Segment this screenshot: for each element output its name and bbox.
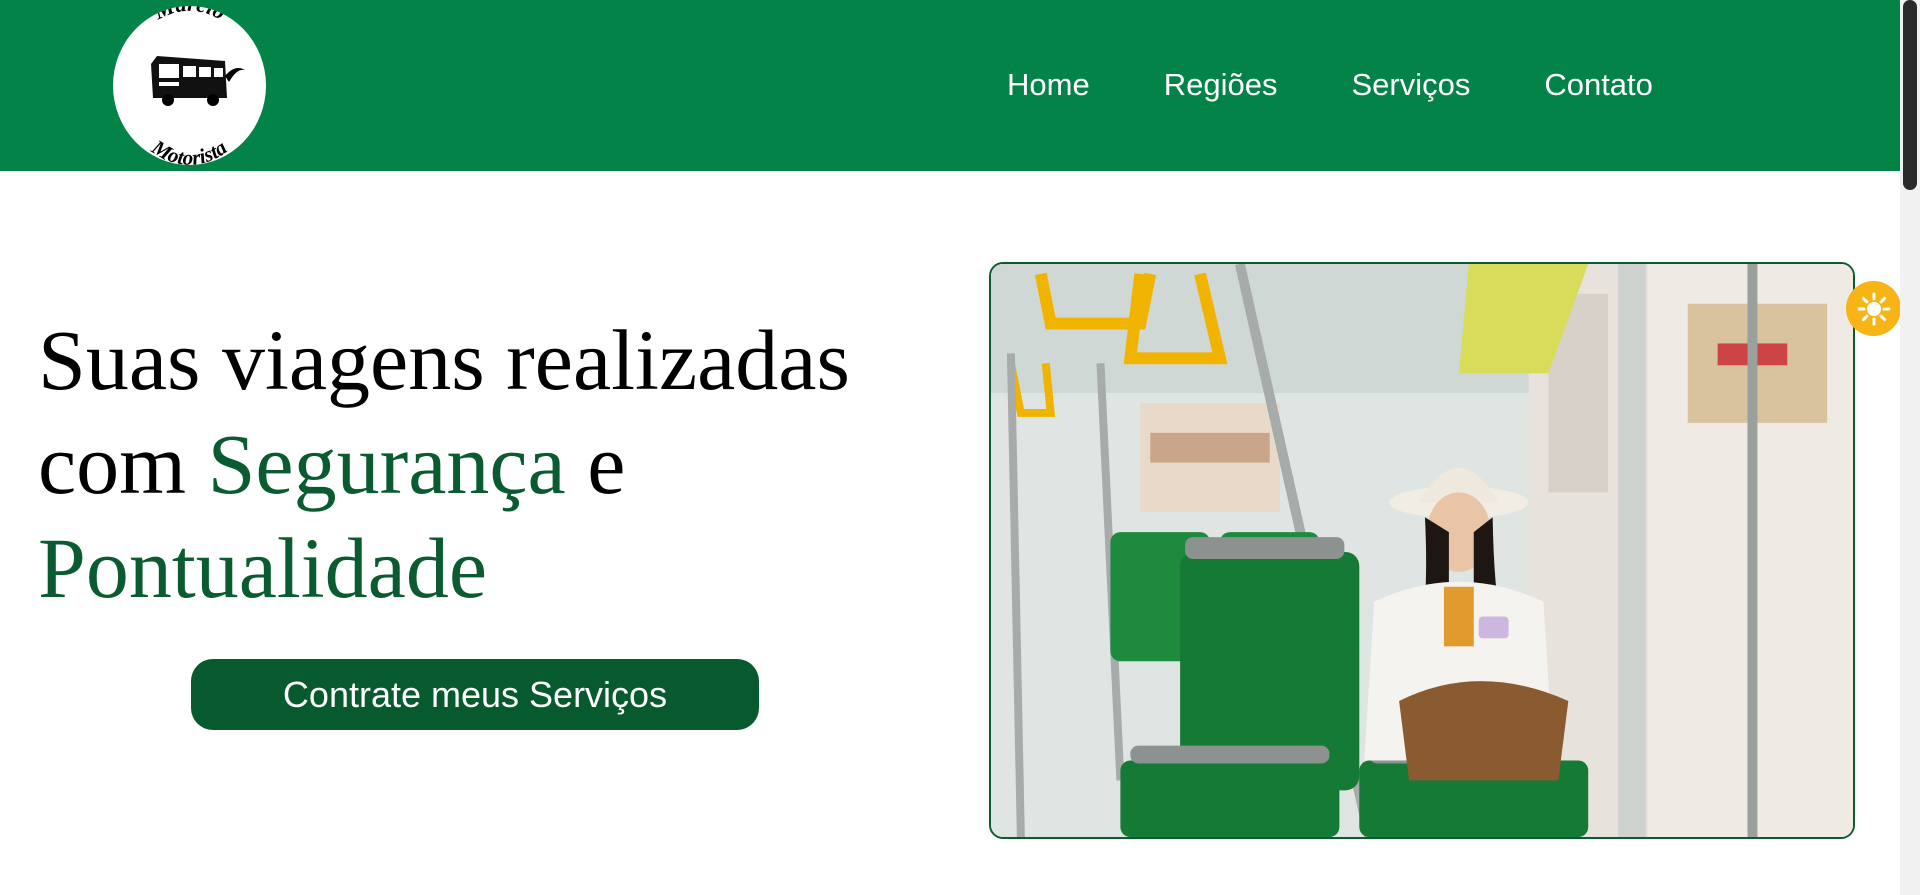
hero-photo: [989, 262, 1855, 839]
main-nav: Home Regiões Serviços Contato: [1007, 66, 1653, 104]
logo-top-text: Márcio: [149, 6, 230, 25]
logo-bottom-text: Motorista: [147, 134, 231, 165]
nav-link-servicos[interactable]: Serviços: [1351, 66, 1470, 104]
nav-link-regioes[interactable]: Regiões: [1164, 66, 1278, 104]
site-logo[interactable]: Márcio Motorista: [113, 6, 266, 165]
hero-title-connector: e: [565, 416, 626, 512]
nav-link-contato[interactable]: Contato: [1544, 66, 1653, 104]
hero-title: Suas viagens realizadas com Segurança e …: [38, 308, 918, 620]
hero-highlight-pontualidade: Pontualidade: [38, 520, 488, 616]
page-scrollbar-thumb[interactable]: [1903, 0, 1917, 190]
hero-highlight-seguranca: Segurança: [207, 416, 566, 512]
hire-services-button[interactable]: Contrate meus Serviços: [191, 659, 759, 730]
bus-icon: Márcio Motorista: [147, 6, 245, 165]
woman-on-bus-photo: [991, 264, 1853, 837]
site-header: Márcio Motorista Home Regiões Serviços C…: [0, 0, 1900, 171]
svg-text:Márcio: Márcio: [149, 6, 230, 25]
svg-text:Motorista: Motorista: [147, 134, 231, 165]
nav-link-home[interactable]: Home: [1007, 66, 1090, 104]
sun-icon: [1857, 292, 1890, 325]
theme-toggle-button[interactable]: [1846, 281, 1901, 336]
